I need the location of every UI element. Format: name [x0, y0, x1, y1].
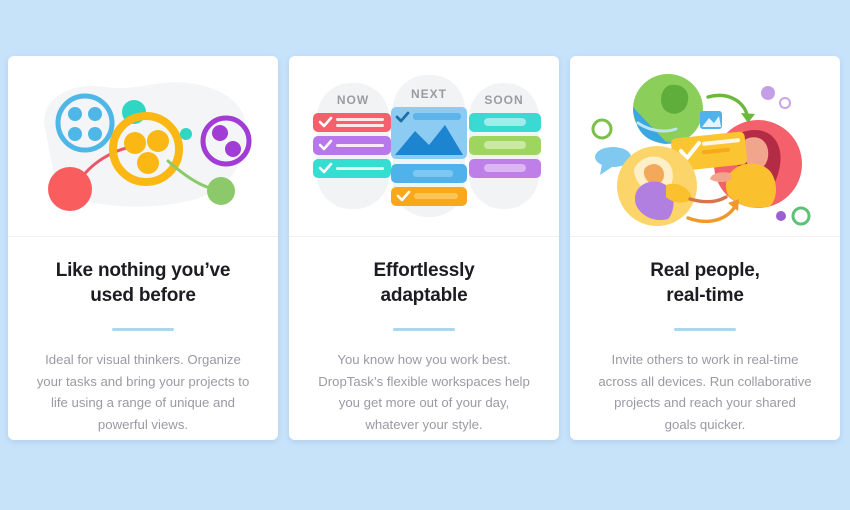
blue-dot-4	[88, 127, 102, 141]
card-description: Invite others to work in real-time acros…	[598, 352, 812, 432]
page-root: Like nothing you’ve used before Ideal fo…	[0, 0, 850, 510]
purple-dot-1	[212, 125, 228, 141]
title-accent-rule	[393, 328, 455, 332]
blue-dot-2	[88, 107, 102, 121]
yellow-dot-1	[124, 132, 146, 154]
radial-views-svg	[44, 82, 252, 211]
now-task-3	[313, 159, 391, 178]
column-label-now: NOW	[337, 93, 369, 107]
person-arm	[710, 172, 732, 182]
blue-dot-1	[68, 107, 82, 121]
column-label-soon: SOON	[484, 93, 523, 107]
feature-card-adaptable[interactable]: NOW NEXT SOON Effortlessly adaptable You…	[289, 56, 559, 440]
radial-views-illustration	[8, 56, 278, 237]
next-task-1	[391, 107, 467, 159]
purple-dot-2	[225, 141, 241, 157]
purple-dot-decoration-1	[761, 86, 775, 100]
now-task-2	[313, 136, 391, 155]
purple-dot-decoration-2	[776, 211, 786, 221]
feature-card-visual-thinkers[interactable]: Like nothing you’ve used before Ideal fo…	[8, 56, 278, 440]
now-task-1	[313, 113, 391, 132]
card-description: You know how you work best. DropTask’s f…	[318, 352, 530, 432]
page-title: Like nothing you’ve used before	[55, 260, 231, 306]
soon-task-2	[469, 136, 541, 155]
next-task-2	[391, 164, 467, 183]
column-label-next: NEXT	[411, 87, 447, 101]
kanban-board-svg: NOW NEXT SOON	[313, 75, 541, 217]
card-body: Real people, real-time Invite others to …	[570, 237, 840, 440]
card-description: Ideal for visual thinkers. Organize your…	[36, 352, 250, 432]
person2-arm	[688, 195, 728, 204]
blue-dot-3	[68, 127, 82, 141]
feature-cards-row: Like nothing you’ve used before Ideal fo…	[8, 56, 842, 440]
card-body: Like nothing you’ve used before Ideal fo…	[8, 237, 278, 440]
soon-task-1	[469, 113, 541, 132]
title-accent-rule	[112, 328, 174, 332]
green-ring-decoration	[591, 118, 613, 140]
red-circle	[48, 167, 92, 211]
soon-task-3	[469, 159, 541, 178]
green-ring-decoration-2	[791, 206, 811, 226]
title-accent-rule	[674, 328, 736, 332]
feature-card-real-time[interactable]: Real people, real-time Invite others to …	[570, 56, 840, 440]
yellow-dot-3	[137, 152, 159, 174]
page-title: Effortlessly adaptable	[373, 260, 475, 306]
yellow-dot-2	[147, 130, 169, 152]
card-body: Effortlessly adaptable You know how you …	[289, 237, 559, 440]
green-circle	[207, 177, 235, 205]
arrow-orange-path	[686, 203, 738, 224]
next-task-3	[391, 187, 467, 206]
page-title: Real people, real-time	[650, 260, 760, 306]
teal-circle-small	[180, 128, 192, 140]
collaboration-people-svg	[591, 74, 811, 226]
purple-ring-decoration	[779, 97, 791, 109]
kanban-board-illustration: NOW NEXT SOON	[289, 56, 559, 237]
collaboration-people-illustration	[570, 56, 840, 237]
